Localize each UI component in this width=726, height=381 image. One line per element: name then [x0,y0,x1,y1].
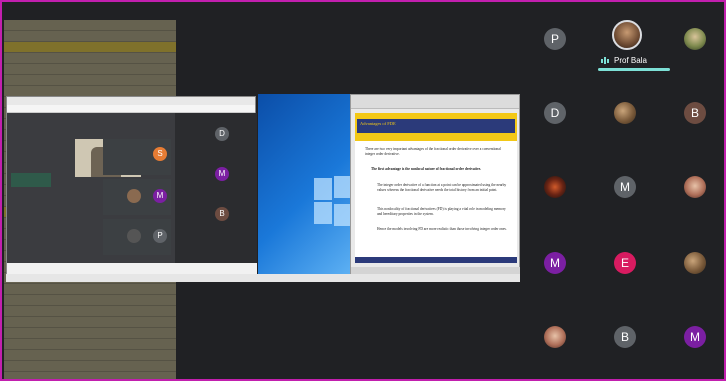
speaker-name: Prof Bala [614,56,647,65]
inner-avatar: P [153,229,167,243]
participant-avatar: D [544,102,566,124]
participant-tile[interactable]: M [600,162,650,212]
participant-tile[interactable]: E [600,238,650,288]
slide-header-band: Advantages of FDE [355,113,517,141]
sheet-row [4,306,176,317]
slide-intro: There are two very important advantages … [365,147,501,156]
inner-right-panel: D M B [175,113,257,277]
participant-tile[interactable]: B [670,88,720,138]
participant-avatar: P [544,28,566,50]
sheet-row [4,42,176,53]
slide: Advantages of FDE There are two very imp… [355,113,517,263]
logo-pane [314,202,332,224]
logo-pane [314,178,332,200]
sheet-row [4,328,176,339]
meeting-window: S M P D M B Advantages of FDE There are … [0,0,726,381]
speaking-bar [598,68,670,71]
speaker-avatar [612,20,642,50]
participant-tile[interactable]: P [530,14,580,64]
slide-title: Advantages of FDE [360,121,396,126]
inner-avatar: S [153,147,167,161]
inner-left-panel: S M P [7,113,175,277]
participant-tile[interactable] [670,162,720,212]
participant-avatar-photo [614,102,636,124]
presentation-window: Advantages of FDE There are two very imp… [350,94,521,276]
inner-avatar-photo [127,189,141,203]
slide-heading: The first advantage is the nonlocal natu… [371,167,482,171]
inner-tile: P [103,219,171,255]
inner-tile: M [103,179,171,215]
inner-avatar-photo [127,229,141,243]
participant-avatar-photo [544,176,566,198]
slide-bullet: The integer order derivative of a functi… [377,183,507,192]
participant-tile[interactable] [530,162,580,212]
inner-tile: S [103,139,171,175]
browser-tab-bar [7,97,255,105]
participant-avatar-photo [684,176,706,198]
sheet-row [4,53,176,64]
sheet-row [4,284,176,295]
participant-tile[interactable]: M [530,238,580,288]
sheet-row [4,317,176,328]
slide-footer-band [355,257,517,263]
participant-tile[interactable] [600,88,650,138]
windows-desktop [258,94,354,274]
participant-avatar: B [684,102,706,124]
sheet-row [4,20,176,31]
browser-address-bar [7,105,255,113]
participant-avatar: M [614,176,636,198]
speaking-indicator-icon [601,57,609,64]
inner-avatar: M [215,167,229,181]
participant-tile[interactable] [530,312,580,362]
participant-avatar: E [614,252,636,274]
inner-avatar: D [215,127,229,141]
sheet-row [4,75,176,86]
sheet-row [4,64,176,75]
windows-logo-icon [314,176,354,228]
taskbar [6,274,522,282]
sheet-row [4,295,176,306]
inner-meeting-window: S M P D M B [6,96,257,277]
inner-chat-card [11,173,51,187]
sheet-row [4,350,176,361]
participant-avatar-photo [684,28,706,50]
participant-tile[interactable]: D [530,88,580,138]
sheet-row [4,339,176,350]
inner-avatar: M [153,189,167,203]
participant-avatar-photo [684,252,706,274]
participant-avatar: B [614,326,636,348]
participant-tile[interactable]: M [670,312,720,362]
participant-tile[interactable]: B [600,312,650,362]
sheet-row [4,31,176,42]
slide-bullet: This nonlocality of fractional derivativ… [377,207,506,216]
inner-avatar: B [215,207,229,221]
participant-tile[interactable] [670,14,720,64]
active-speaker-tile[interactable]: Prof Bala [598,16,678,80]
participant-avatar: M [544,252,566,274]
participant-avatar: M [684,326,706,348]
participant-avatar-photo [544,326,566,348]
participant-tile[interactable] [670,238,720,288]
slide-bullet: Hence the models involving FD are more r… [377,227,507,231]
shared-screen: S M P D M B Advantages of FDE There are … [4,4,522,379]
ppt-ribbon [351,95,519,109]
sheet-row [4,361,176,372]
